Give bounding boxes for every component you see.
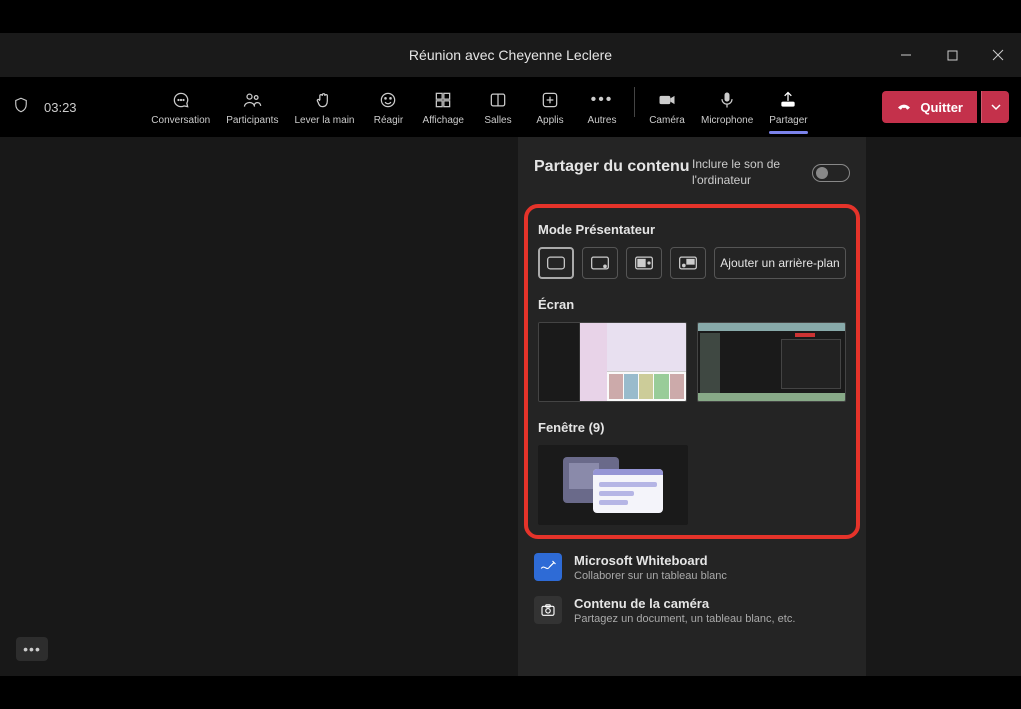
toolbar-label: Caméra [649,115,685,126]
window-close-button[interactable] [975,33,1021,77]
camera-button[interactable]: Caméra [643,87,691,128]
presenter-mode-side-by-side[interactable] [626,247,662,279]
toolbar-label: Réagir [374,115,403,126]
add-background-button[interactable]: Ajouter un arrière-plan [714,247,846,279]
shield-icon [12,96,30,119]
meeting-duration: 03:23 [44,100,77,115]
window-titlebar: Réunion avec Cheyenne Leclere [0,33,1021,77]
camera-content-icon [534,596,562,624]
participants-button[interactable]: Participants [220,87,284,128]
people-icon [242,89,262,111]
window-minimize-button[interactable] [883,33,929,77]
microphone-icon [717,89,737,111]
presenter-mode-reporter[interactable] [670,247,706,279]
camera-icon [657,89,677,111]
toolbar-label: Partager [769,115,807,126]
share-tray-icon [778,89,798,111]
screen-section-title: Écran [538,297,846,312]
smile-icon [378,89,398,111]
meeting-title: Réunion avec Cheyenne Leclere [409,47,612,63]
rooms-icon [488,89,508,111]
apps-button[interactable]: Applis [526,87,574,128]
rooms-button[interactable]: Salles [474,87,522,128]
presenter-mode-standout[interactable] [582,247,618,279]
highlighted-share-options: Mode Présentateur Ajouter un arrière-pla… [524,204,860,539]
react-button[interactable]: Réagir [364,87,412,128]
toolbar-label: Autres [588,115,617,126]
include-audio-label: Inclure le son de l'ordinateur [692,157,802,188]
camera-content-option[interactable]: Contenu de la caméra Partagez un documen… [534,596,850,625]
share-panel-title: Partager du contenu [534,157,690,176]
grid-icon [433,89,453,111]
presenter-mode-title: Mode Présentateur [538,222,846,237]
plus-box-icon [540,89,560,111]
chat-icon [171,89,191,111]
whiteboard-title: Microsoft Whiteboard [574,553,727,568]
share-button[interactable]: Partager [763,87,813,128]
meeting-toolbar: 03:23 Conversation Participants Lever la… [0,77,1021,137]
window-maximize-button[interactable] [929,33,975,77]
chevron-down-icon [990,101,1002,113]
toolbar-label: Applis [536,115,563,126]
whiteboard-subtitle: Collaborer sur un tableau blanc [574,570,727,582]
ellipsis-icon: ••• [591,89,614,111]
camera-content-title: Contenu de la caméra [574,596,795,611]
screen-thumbnail-1[interactable] [538,322,687,402]
toolbar-label: Conversation [151,115,210,126]
window-section-title: Fenêtre (9) [538,420,846,435]
window-thumbnail-group[interactable] [538,445,688,525]
camera-content-subtitle: Partagez un document, un tableau blanc, … [574,613,795,625]
toolbar-label: Lever la main [294,115,354,126]
meeting-stage: Partager du contenu Inclure le son de l'… [0,137,1021,676]
whiteboard-option[interactable]: Microsoft Whiteboard Collaborer sur un t… [534,553,850,582]
share-content-panel: Partager du contenu Inclure le son de l'… [518,137,866,676]
more-actions-fab[interactable]: ••• [16,637,48,661]
toolbar-label: Microphone [701,115,753,126]
leave-dropdown-button[interactable] [981,91,1009,123]
whiteboard-icon [534,553,562,581]
presenter-mode-content-only[interactable] [538,247,574,279]
toolbar-label: Participants [226,115,278,126]
toolbar-label: Affichage [422,115,464,126]
screen-thumbnail-2[interactable] [697,322,846,402]
raise-hand-button[interactable]: Lever la main [288,87,360,128]
toolbar-separator [634,87,635,117]
hand-icon [314,89,334,111]
leave-button[interactable]: Quitter [882,91,977,123]
include-audio-toggle[interactable] [812,164,850,182]
more-button[interactable]: ••• Autres [578,87,626,128]
view-button[interactable]: Affichage [416,87,470,128]
conversation-button[interactable]: Conversation [145,87,216,128]
leave-label: Quitter [920,100,963,115]
toolbar-label: Salles [484,115,511,126]
hangup-icon [896,99,912,115]
microphone-button[interactable]: Microphone [695,87,759,128]
